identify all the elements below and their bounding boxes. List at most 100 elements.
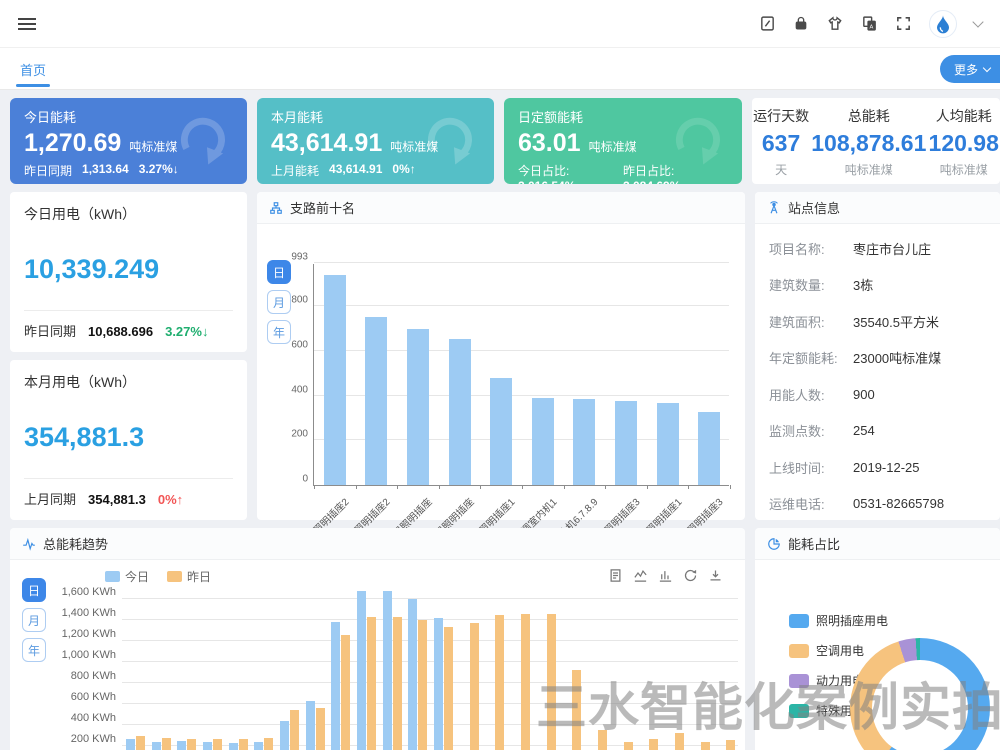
bar-1层照明插座3 xyxy=(698,412,720,485)
site-row-building-count: 建筑数量:3栋 xyxy=(769,267,986,304)
hierarchy-icon xyxy=(269,201,283,215)
bar-昨日-h2 xyxy=(187,739,196,750)
bar-今日-h1 xyxy=(152,742,161,750)
bar-今日-h2 xyxy=(177,741,186,750)
line-chart-icon[interactable] xyxy=(633,568,648,583)
kpi-value: 1,270.69 xyxy=(24,129,121,158)
bar-3层照明插座3 xyxy=(615,401,637,485)
bar-今日-h12 xyxy=(434,618,443,750)
top-header: A xyxy=(0,0,1000,48)
legend-item-today[interactable]: 今日 xyxy=(105,568,149,585)
pie-legend-item[interactable]: 照明插座用电 xyxy=(789,612,888,629)
bar-chart-icon[interactable] xyxy=(658,568,673,583)
restore-icon[interactable] xyxy=(683,568,698,583)
y-axis-tick: 600 KWh xyxy=(71,691,116,703)
stat-unit: 吨标准煤 xyxy=(929,161,999,178)
legend-swatch xyxy=(789,704,809,718)
y-axis-tick: 1,400 KWh xyxy=(62,607,116,619)
period-year-button[interactable]: 年 xyxy=(267,320,291,344)
site-row-monitor-points: 监测点数:254 xyxy=(769,413,986,450)
bar-昨日-h11 xyxy=(418,620,427,750)
bar-昨日-h12 xyxy=(444,627,453,750)
bar-昨日-h16 xyxy=(547,614,556,750)
stat-unit: 吨标准煤 xyxy=(811,161,926,178)
pulse-icon xyxy=(22,537,36,551)
bar-昨日-h14 xyxy=(495,615,504,750)
site-row-people-count: 用能人数:900 xyxy=(769,376,986,413)
bar-昨日-h22 xyxy=(701,742,710,750)
bar-2层照明插座 xyxy=(449,339,471,485)
stat-per-capita-energy: 人均能耗 120.98 吨标准煤 xyxy=(929,106,999,184)
usage-sub-label: 上月同期 xyxy=(24,489,76,508)
y-axis-tick: 200 xyxy=(291,429,308,440)
panel-title: 站点信息 xyxy=(788,198,840,217)
y-axis-tick: 200 KWh xyxy=(71,733,116,745)
language-icon[interactable]: A xyxy=(861,15,878,32)
stat-label: 运行天数 xyxy=(753,106,809,126)
chart-toolbox xyxy=(608,568,723,583)
data-view-icon[interactable] xyxy=(608,568,623,583)
hamburger-menu-icon[interactable] xyxy=(18,15,36,33)
pie-chart-icon xyxy=(767,537,781,551)
y-axis-tick: 400 KWh xyxy=(71,712,116,724)
download-icon[interactable] xyxy=(708,568,723,583)
period-month-button[interactable]: 月 xyxy=(22,608,46,632)
bar-今日-h8 xyxy=(331,622,340,750)
usage-sub-label: 昨日同期 xyxy=(24,321,76,340)
tab-home-label: 首页 xyxy=(20,63,46,78)
bar-昨日-h7 xyxy=(316,708,325,750)
energy-trend-chart: 200 KWh400 KWh600 KWh800 KWh1,000 KWh1,2… xyxy=(122,586,738,750)
legend-swatch xyxy=(789,644,809,658)
y-axis-tick: 800 KWh xyxy=(71,670,116,682)
bar-3层照明插座2 xyxy=(365,317,387,485)
y-axis-tick: 993 xyxy=(291,252,308,263)
legend-item-yesterday[interactable]: 昨日 xyxy=(167,568,211,585)
kpi-sub-value2: 2,084.69% xyxy=(623,179,680,184)
site-info-panel: 站点信息 项目名称:枣庄市台儿庄 建筑数量:3栋 建筑面积:35540.5平方米… xyxy=(755,192,1000,520)
bar-今日-h6 xyxy=(280,721,289,750)
stat-value: 637 xyxy=(753,130,809,157)
y-axis-tick: 400 xyxy=(291,384,308,395)
more-chevron-icon xyxy=(983,64,991,72)
kpi-value: 63.01 xyxy=(518,129,581,158)
kpi-sub-value: 2,016.54% xyxy=(518,179,575,184)
lock-icon[interactable] xyxy=(793,15,809,32)
kpi-unit: 吨标准煤 xyxy=(589,138,637,155)
bar-1层照明插座1 xyxy=(490,378,512,485)
branch-top10-panel: 支路前十名 日 月 年 02004006008009931层照明插座23层照明插… xyxy=(257,192,745,520)
bar-昨日-h21 xyxy=(675,733,684,750)
note-icon[interactable] xyxy=(759,15,776,32)
water-drop-logo[interactable] xyxy=(929,10,957,38)
stat-running-days: 运行天数 637 天 xyxy=(753,106,809,184)
site-row-project-name: 项目名称:枣庄市台儿庄 xyxy=(769,230,986,267)
stat-label: 人均能耗 xyxy=(929,106,999,126)
panel-title: 能耗占比 xyxy=(788,534,840,553)
panel-title: 总能耗趋势 xyxy=(43,534,108,553)
bar-昨日-h5 xyxy=(264,738,273,750)
bar-今日-h3 xyxy=(203,742,212,750)
chevron-down-icon[interactable] xyxy=(972,16,983,27)
usage-title: 今日用电（kWh） xyxy=(24,204,233,224)
kpi-sub-label: 上月能耗 xyxy=(271,162,319,179)
period-day-button[interactable]: 日 xyxy=(22,578,46,602)
bar-1层照明插座 xyxy=(407,329,429,485)
more-button[interactable]: 更多 xyxy=(940,55,1000,83)
period-day-button[interactable]: 日 xyxy=(267,260,291,284)
fullscreen-icon[interactable] xyxy=(895,15,912,32)
bar-昨日-h9 xyxy=(367,617,376,750)
tab-home[interactable]: 首页 xyxy=(16,50,50,87)
legend-label: 空调用电 xyxy=(816,642,864,659)
period-year-button[interactable]: 年 xyxy=(22,638,46,662)
bar-3层照明插座1 xyxy=(657,403,679,485)
energy-trend-panel: 总能耗趋势 日 月 年 今日 昨日 2 xyxy=(10,528,745,750)
more-button-label: 更多 xyxy=(954,61,978,78)
summary-stats-panel: 运行天数 637 天 总能耗 108,878.61 吨标准煤 人均能耗 120.… xyxy=(752,98,1000,184)
bar-室外机6.7.8.9 xyxy=(573,399,595,485)
bar-昨日-h20 xyxy=(649,739,658,750)
theme-icon[interactable] xyxy=(826,15,844,32)
kpi-sub-value: 1,313.64 xyxy=(82,162,129,179)
bar-昨日-h19 xyxy=(624,742,633,750)
period-month-button[interactable]: 月 xyxy=(267,290,291,314)
panel-title: 支路前十名 xyxy=(290,198,355,217)
bar-昨日-h3 xyxy=(213,739,222,750)
